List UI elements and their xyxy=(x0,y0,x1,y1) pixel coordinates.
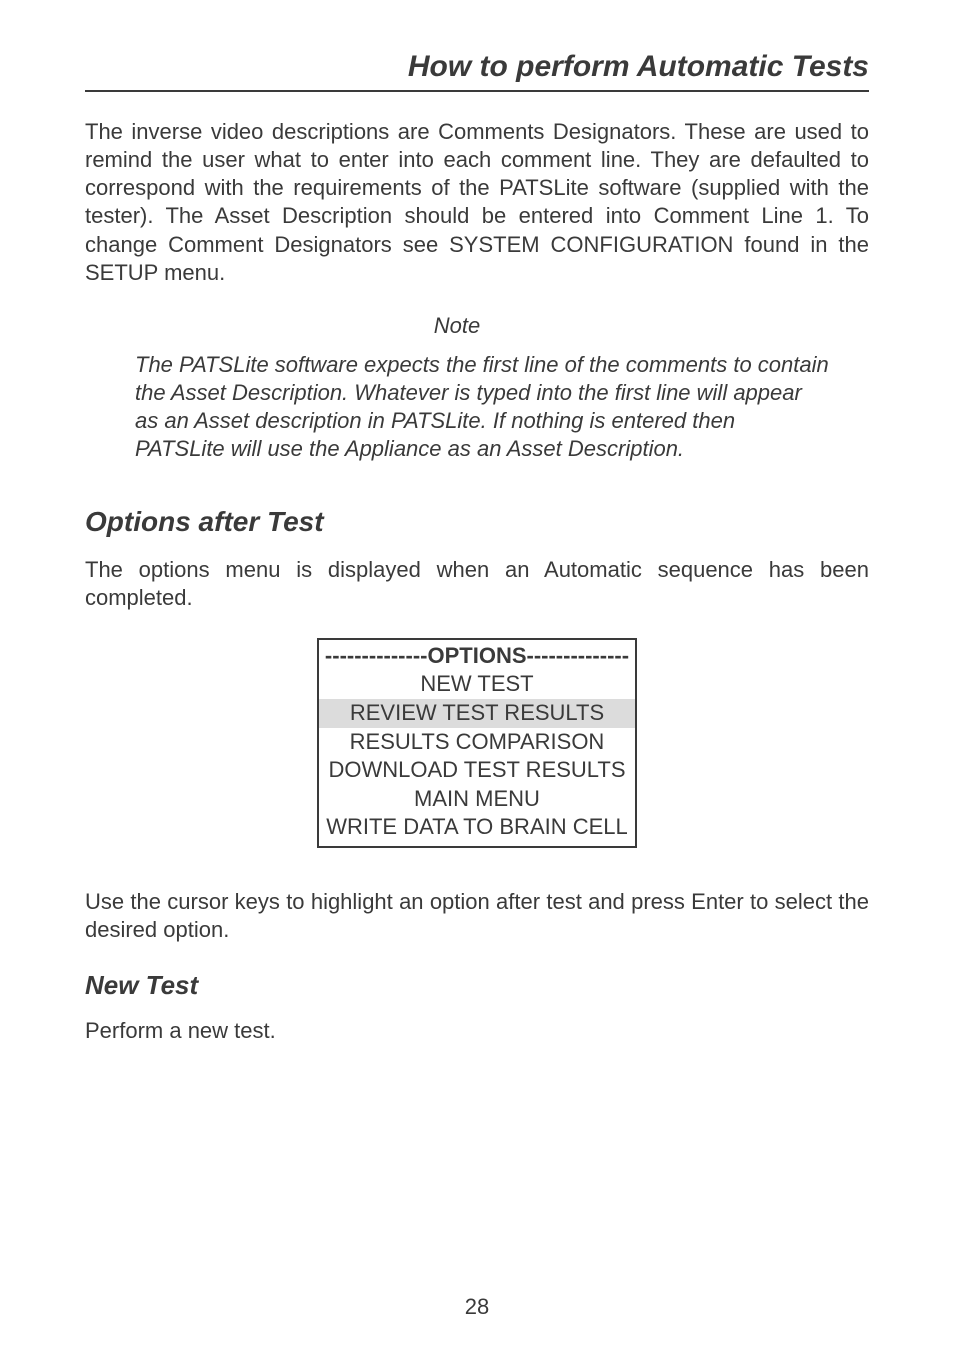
options-menu-item-main-menu[interactable]: MAIN MENU xyxy=(325,785,629,814)
options-menu-header: --------------OPTIONS-------------- xyxy=(325,642,629,671)
intro-paragraph: The inverse video descriptions are Comme… xyxy=(85,118,869,287)
options-box-container: --------------OPTIONS-------------- NEW … xyxy=(85,638,869,848)
options-menu-box: --------------OPTIONS-------------- NEW … xyxy=(317,638,637,848)
options-menu-item-download-results[interactable]: DOWNLOAD TEST RESULTS xyxy=(325,756,629,785)
options-menu-item-review-results[interactable]: REVIEW TEST RESULTS xyxy=(319,699,635,728)
new-test-paragraph: Perform a new test. xyxy=(85,1017,869,1045)
note-body: The PATSLite software expects the first … xyxy=(135,351,829,464)
note-label: Note xyxy=(45,313,869,339)
options-menu-item-new-test[interactable]: NEW TEST xyxy=(325,670,629,699)
options-menu-item-write-data[interactable]: WRITE DATA TO BRAIN CELL xyxy=(325,813,629,842)
page-number: 28 xyxy=(0,1294,954,1320)
options-intro-paragraph: The options menu is displayed when an Au… xyxy=(85,556,869,612)
page-header-title: How to perform Automatic Tests xyxy=(85,50,869,92)
after-options-paragraph: Use the cursor keys to highlight an opti… xyxy=(85,888,869,944)
heading-options-after-test: Options after Test xyxy=(85,506,869,538)
heading-new-test: New Test xyxy=(85,970,869,1001)
options-menu-item-results-comparison[interactable]: RESULTS COMPARISON xyxy=(325,728,629,757)
